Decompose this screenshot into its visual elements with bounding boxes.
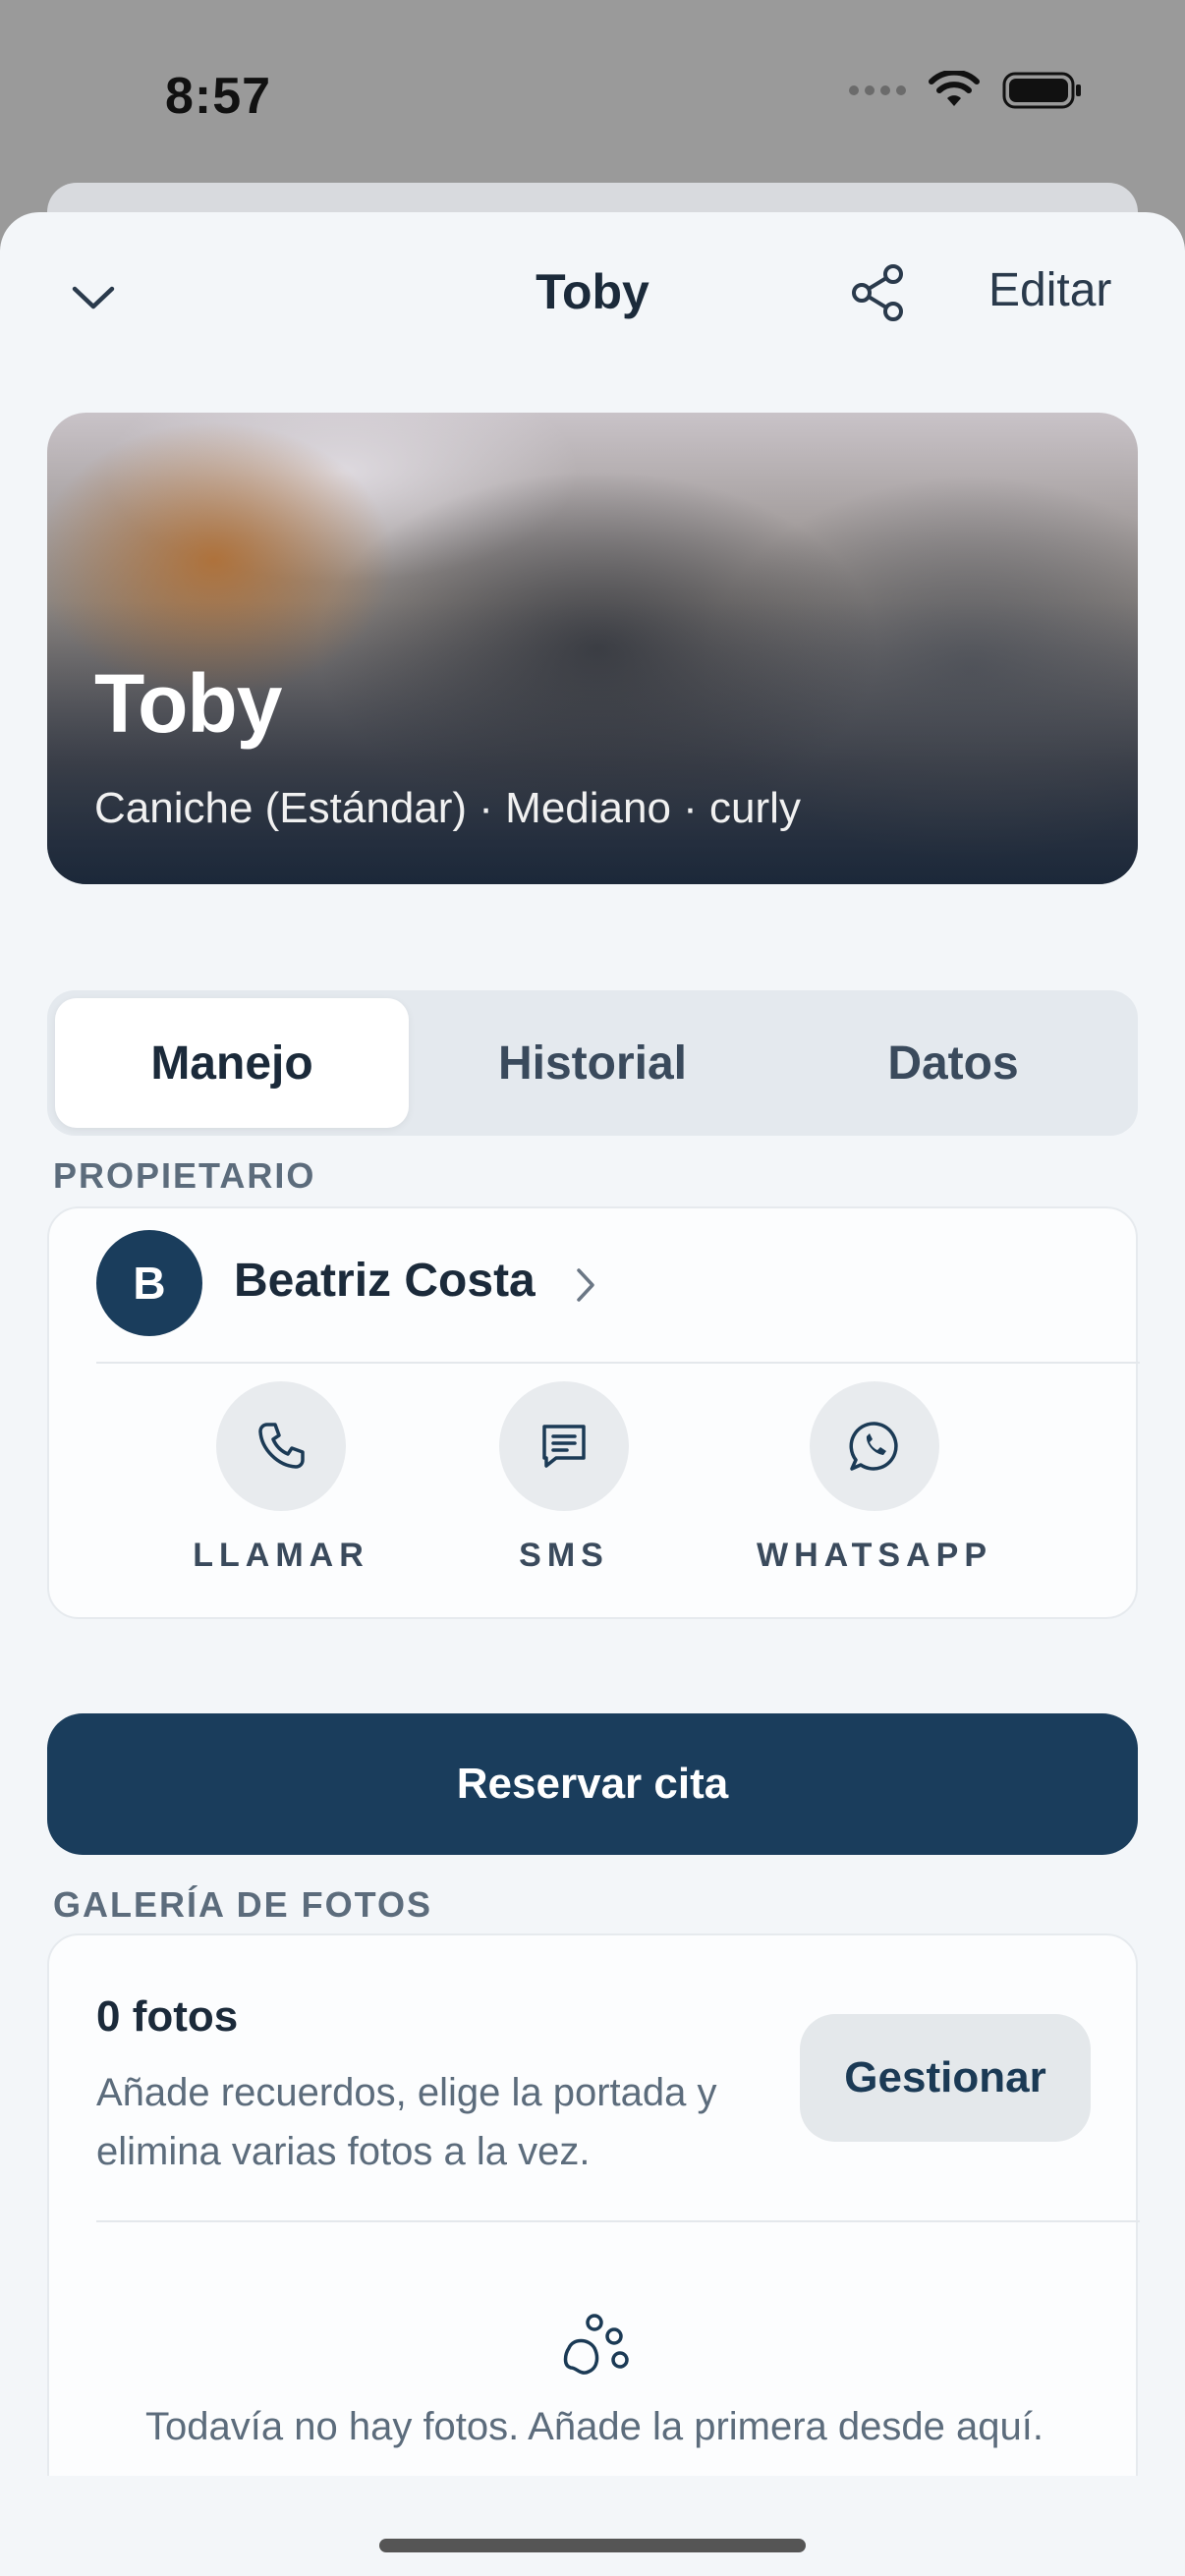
owner-section-label: PROPIETARIO (53, 1155, 316, 1196)
status-bar: 8:57 (0, 0, 1185, 187)
pet-name: Toby (94, 657, 282, 750)
gallery-section-label: GALERÍA DE FOTOS (53, 1884, 433, 1925)
status-icons (849, 71, 1083, 110)
owner-name: Beatriz Costa (234, 1255, 536, 1307)
whatsapp-icon (849, 1422, 898, 1471)
message-icon (542, 1425, 586, 1468)
phone-icon (258, 1423, 305, 1469)
whatsapp-circle (810, 1381, 939, 1511)
avatar: B (96, 1230, 202, 1336)
whatsapp-label: WHATSAPP (756, 1537, 993, 1574)
pet-hero-image: Toby Caniche (Estándar) · Mediano · curl… (47, 413, 1138, 884)
pet-breed-details: Caniche (Estándar) · Mediano · curly (94, 784, 801, 832)
edit-button[interactable]: Editar (988, 263, 1111, 317)
call-button[interactable]: LLAMAR (153, 1381, 409, 1575)
sms-label: SMS (519, 1537, 609, 1574)
empty-state-icon-wrap (49, 2309, 1140, 2387)
gallery-divider (96, 2220, 1140, 2222)
chevron-right-icon (577, 1268, 594, 1302)
paw-icon (563, 2314, 629, 2375)
nav-bar: Toby Editar (0, 212, 1185, 369)
tab-manejo[interactable]: Manejo (55, 998, 409, 1128)
manage-photos-button[interactable]: Gestionar (800, 2014, 1091, 2142)
share-button[interactable] (847, 259, 908, 326)
segmented-tabs: Manejo Historial Datos (47, 990, 1138, 1136)
empty-gallery-text: Todavía no hay fotos. Añade la primera d… (145, 2405, 1044, 2448)
sms-button[interactable]: SMS (436, 1381, 692, 1575)
share-icon (852, 264, 903, 321)
battery-icon (1002, 72, 1081, 109)
home-indicator[interactable] (379, 2539, 806, 2552)
wifi-icon (929, 71, 980, 106)
photo-count: 0 fotos (96, 1992, 239, 2041)
gallery-description: Añade recuerdos, elige la portada y elim… (96, 2071, 717, 2173)
owner-card: B Beatriz Costa LLAMAR SMS WHATSAPP (47, 1206, 1140, 1619)
book-appointment-button[interactable]: Reservar cita (47, 1713, 1138, 1855)
tab-datos[interactable]: Datos (776, 998, 1130, 1128)
owner-row[interactable]: B Beatriz Costa (49, 1208, 1140, 1362)
owner-divider (96, 1362, 1140, 1364)
cellular-signal-icon (849, 85, 906, 95)
call-label: LLAMAR (193, 1537, 369, 1574)
pet-profile-sheet: Toby Editar Toby Caniche (Estándar) · Me… (0, 212, 1185, 2576)
bottom-fade (0, 2476, 1185, 2576)
tab-historial[interactable]: Historial (416, 998, 769, 1128)
whatsapp-button[interactable]: WHATSAPP (747, 1381, 1002, 1575)
sms-circle (499, 1381, 629, 1511)
call-circle (216, 1381, 346, 1511)
status-time: 8:57 (165, 68, 272, 125)
